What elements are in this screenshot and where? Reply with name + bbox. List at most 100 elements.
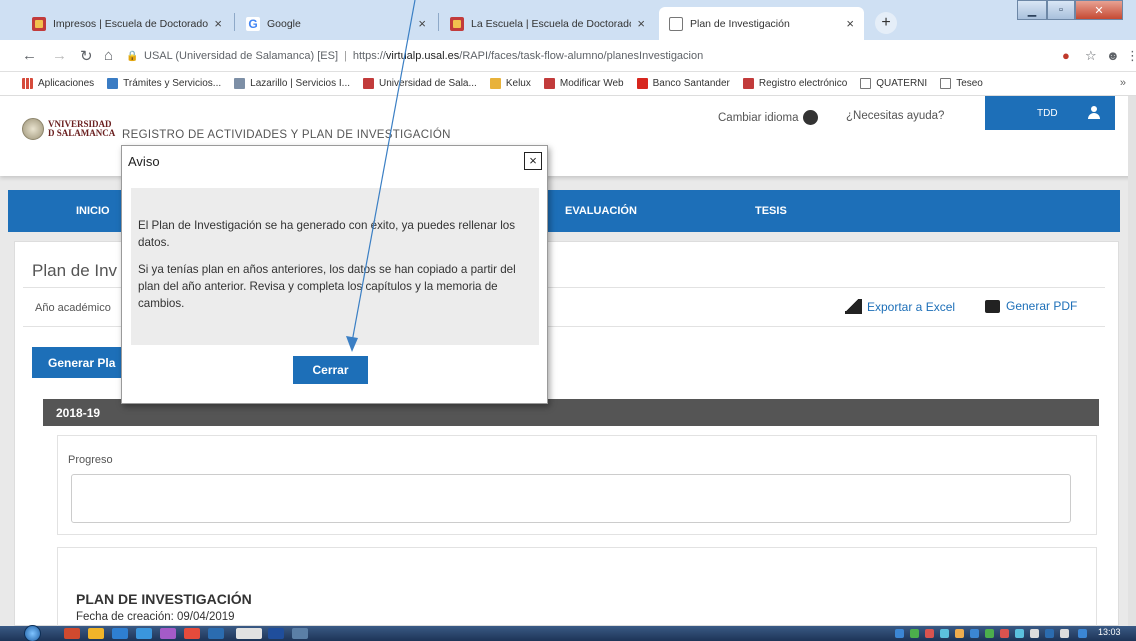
taskbar-app-icon[interactable] — [184, 628, 200, 639]
close-icon[interactable]: × — [524, 152, 542, 170]
progress-panel: Progreso — [57, 435, 1097, 535]
system-clock[interactable]: 13:03 — [1098, 627, 1121, 637]
tray-icon[interactable] — [910, 629, 919, 638]
tab-close-icon[interactable]: × — [637, 16, 645, 31]
bookmark-aplicaciones[interactable]: Aplicaciones — [22, 78, 94, 89]
network-icon[interactable] — [1030, 629, 1039, 638]
bookmark-label: QUATERNI — [876, 78, 928, 89]
outlook-icon[interactable] — [208, 628, 224, 639]
bookmarks-overflow-icon[interactable]: » — [1120, 77, 1126, 89]
volume-icon[interactable] — [1060, 629, 1069, 638]
taskbar-app-icon[interactable] — [292, 628, 308, 639]
nav-item-inicio[interactable]: INICIO — [76, 205, 110, 217]
browser-tab-plan-investigacion[interactable]: Plan de Investigación × — [659, 7, 864, 40]
bookmark-star-icon[interactable]: ☆ — [1085, 48, 1097, 64]
help-link[interactable]: ¿Necesitas ayuda? — [846, 110, 944, 122]
nav-item-tesis[interactable]: TESIS — [755, 205, 787, 217]
document-favicon-icon — [669, 16, 683, 31]
extension-icon[interactable]: ● — [1062, 48, 1070, 63]
page-scrollbar[interactable] — [1128, 96, 1136, 626]
new-tab-button[interactable]: + — [875, 12, 897, 34]
user-icon — [1088, 106, 1100, 119]
browser-tab-google[interactable]: G Google × — [236, 7, 436, 40]
google-favicon-icon: G — [246, 16, 260, 31]
browser-tab-la-escuela[interactable]: La Escuela | Escuela de Doctorado × — [440, 7, 655, 40]
menu-kebab-icon[interactable]: ⋮ — [1126, 48, 1136, 64]
generate-pdf-link[interactable]: Generar PDF — [985, 299, 1077, 313]
tray-icon[interactable] — [895, 629, 904, 638]
bookmark-teseo[interactable]: Teseo — [940, 78, 983, 89]
url-scheme: https:// — [352, 50, 386, 62]
browser-toolbar: ← → ↻ ⌂ 🔒 USAL (Universidad de Salamanca… — [0, 40, 1136, 72]
change-language-label: Cambiar idioma — [718, 111, 799, 124]
tray-icon[interactable] — [940, 629, 949, 638]
window-minimize-button[interactable]: ▁ — [1017, 0, 1047, 20]
site-identity-label: USAL (Universidad de Salamanca) [ES] — [144, 50, 339, 62]
university-logo[interactable]: VNIVERSIDAD D SALAMANCA — [22, 118, 115, 140]
user-menu-button[interactable]: TDD — [985, 96, 1115, 130]
bookmark-label: Modificar Web — [559, 78, 624, 89]
close-dialog-button[interactable]: Cerrar — [293, 356, 368, 384]
tab-close-icon[interactable]: × — [214, 16, 222, 31]
tray-icon[interactable] — [1015, 629, 1024, 638]
university-wordmark: VNIVERSIDAD D SALAMANCA — [48, 120, 115, 138]
bookmark-universidad[interactable]: Universidad de Sala... — [363, 78, 477, 89]
bookmark-registro[interactable]: Registro electrónico — [742, 78, 848, 89]
document-favicon-icon — [860, 78, 872, 89]
dialog-body: El Plan de Investigación se ha generado … — [131, 188, 539, 345]
bookmark-quaterni[interactable]: QUATERNI — [860, 78, 927, 89]
export-excel-link[interactable]: Exportar a Excel — [845, 299, 955, 314]
tray-icon[interactable] — [1000, 629, 1009, 638]
usal-favicon-icon — [450, 16, 464, 31]
usal-favicon-icon — [32, 16, 46, 31]
tab-close-icon[interactable]: × — [418, 16, 426, 31]
forward-arrow-icon[interactable]: → — [52, 47, 67, 64]
reload-icon[interactable]: ↻ — [80, 47, 93, 65]
window-close-button[interactable]: ✕ — [1075, 0, 1123, 20]
notice-dialog: Aviso × El Plan de Investigación se ha g… — [121, 145, 548, 404]
taskbar-app-icon[interactable] — [112, 628, 128, 639]
university-seal-icon — [22, 118, 44, 140]
folder-icon[interactable] — [88, 628, 104, 639]
bookmark-label: Banco Santander — [652, 78, 730, 89]
bookmark-modificar-web[interactable]: Modificar Web — [543, 78, 624, 89]
tray-icon[interactable] — [925, 629, 934, 638]
media-player-icon[interactable] — [160, 628, 176, 639]
taskbar-app-icon[interactable] — [64, 628, 80, 639]
chrome-icon[interactable] — [236, 628, 262, 639]
internet-explorer-icon[interactable] — [136, 628, 152, 639]
usal-favicon-icon — [543, 78, 555, 89]
academic-year-label: Año académico — [35, 302, 111, 314]
lazarillo-icon — [234, 78, 246, 89]
bookmarks-bar: Aplicaciones Trámites y Servicios... Laz… — [0, 72, 1136, 96]
tray-icon[interactable] — [955, 629, 964, 638]
address-bar[interactable]: 🔒 USAL (Universidad de Salamanca) [ES] |… — [126, 45, 1046, 67]
home-icon[interactable]: ⌂ — [104, 47, 113, 64]
url-host: virtualp.usal.es — [385, 50, 460, 62]
progress-textarea[interactable] — [71, 474, 1071, 523]
word-icon[interactable] — [268, 628, 284, 639]
window-maximize-button[interactable]: ▫ — [1047, 0, 1075, 20]
bookmark-kelux[interactable]: Kelux — [489, 78, 531, 89]
research-plan-panel: PLAN DE INVESTIGACIÓN Fecha de creación:… — [57, 547, 1097, 626]
tab-separator — [234, 13, 235, 31]
dialog-message-2: Si ya tenías plan en años anteriores, lo… — [138, 263, 516, 310]
tray-icon[interactable] — [985, 629, 994, 638]
change-language-link[interactable]: Cambiar idioma — [718, 110, 818, 125]
back-arrow-icon[interactable]: ← — [22, 47, 37, 64]
tab-close-icon[interactable]: × — [846, 16, 854, 31]
bookmark-label: Registro electrónico — [758, 78, 848, 89]
tray-icon[interactable] — [1045, 629, 1054, 638]
bookmark-santander[interactable]: Banco Santander — [636, 78, 730, 89]
profile-icon[interactable]: ☻ — [1106, 48, 1120, 63]
nav-item-evaluacion[interactable]: EVALUACIÓN — [565, 205, 637, 217]
browser-tab-impresos[interactable]: Impresos | Escuela de Doctorado × — [22, 7, 232, 40]
generate-plan-button[interactable]: Generar Pla — [32, 347, 132, 378]
tray-icon[interactable] — [970, 629, 979, 638]
start-button-icon[interactable] — [24, 625, 41, 641]
dialog-message-1: El Plan de Investigación se ha generado … — [138, 219, 516, 249]
tray-icon[interactable] — [1078, 629, 1087, 638]
bookmark-lazarillo[interactable]: Lazarillo | Servicios I... — [234, 78, 350, 89]
santander-icon — [636, 78, 648, 89]
bookmark-tramites[interactable]: Trámites y Servicios... — [107, 78, 221, 89]
